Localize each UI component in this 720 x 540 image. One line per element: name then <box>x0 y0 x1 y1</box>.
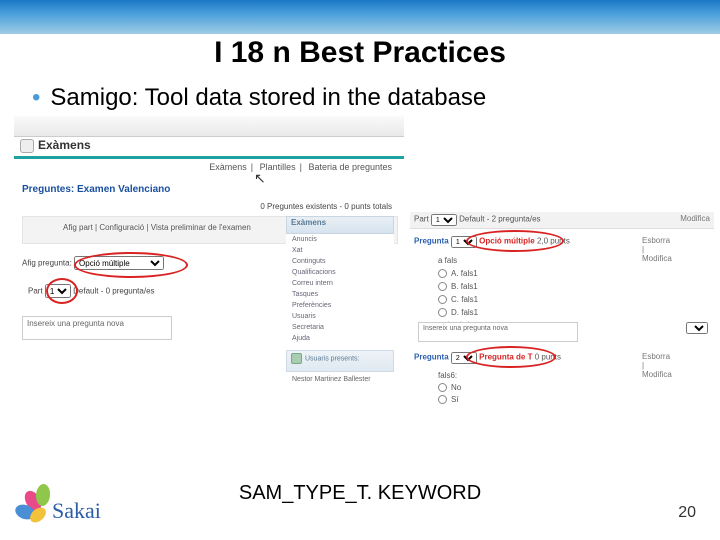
sakai-logo: Sakai <box>18 480 128 530</box>
bullet-text: Samigo: Tool data stored in the database <box>50 84 486 111</box>
menu-item[interactable]: Ajuda <box>286 333 394 344</box>
users-icon <box>291 353 302 364</box>
middle-menu-column: Exàmens Anuncis Xat Continguts Qualifica… <box>286 216 394 426</box>
question-label: Pregunta <box>414 353 449 362</box>
users-present-bar: Usuaris presents: <box>286 350 394 372</box>
menu-item[interactable]: Tasques <box>286 289 394 300</box>
part-header-bar: Part 1 Default - 2 pregunta/es Modifica <box>410 212 714 229</box>
question-2-body: fals6: No Sí <box>438 370 461 406</box>
question-2-actions[interactable]: Esborra | Modifica <box>642 352 672 379</box>
radio-icon <box>438 383 447 392</box>
tab-question-bank[interactable]: Bateria de preguntes <box>308 162 392 172</box>
present-user-name: Nestor Martinez Ballester <box>286 372 394 387</box>
answers-header: a fals <box>438 255 517 267</box>
radio-icon <box>438 295 447 304</box>
part-header: Part 1 Default - 2 pregunta/es <box>414 214 541 226</box>
menu-item[interactable]: Anuncis <box>286 234 394 245</box>
slide-title: I 18 n Best Practices <box>0 36 720 70</box>
tab-templates[interactable]: Plantilles <box>260 162 296 172</box>
highlight-oval-2 <box>46 278 78 304</box>
slide: I 18 n Best Practices • Samigo: Tool data… <box>0 0 720 540</box>
q2-text-label: fals6: <box>438 370 461 382</box>
answer-option[interactable]: C. fals1 <box>438 294 517 306</box>
q2-option[interactable]: Sí <box>438 394 461 406</box>
part-select-r[interactable]: 1 <box>431 214 457 226</box>
users-present-label: Usuaris presents: <box>305 355 359 362</box>
highlight-oval-3 <box>466 230 564 252</box>
part-suffix: Default - 0 pregunta/es <box>73 287 154 296</box>
radio-icon <box>438 269 447 278</box>
logo-petal <box>35 483 51 506</box>
right-screenshot: Part 1 Default - 2 pregunta/es Modifica … <box>410 212 714 442</box>
page-title: Preguntes: Examen Valenciano <box>22 184 170 195</box>
top-gradient-bar <box>0 0 720 34</box>
answer-option[interactable]: A. fals1 <box>438 268 517 280</box>
answer-option[interactable]: B. fals1 <box>438 281 517 293</box>
radio-icon <box>438 395 447 404</box>
modify-link[interactable]: Modifica <box>680 214 710 223</box>
highlight-oval-4 <box>466 346 556 368</box>
insert-question-dropdown[interactable] <box>686 322 708 334</box>
bullet-dot: • <box>32 84 40 111</box>
menu-item[interactable]: Usuaris <box>286 311 394 322</box>
action-links[interactable]: Afig part | Configuració | Vista prelimi… <box>63 223 251 232</box>
menu-header: Exàmens <box>286 216 394 234</box>
bullet-line: • Samigo: Tool data stored in the databas… <box>32 84 700 112</box>
screenshot-area: Exàmens ↖ Exàmens| Plantilles| Bateria d… <box>14 116 704 436</box>
tool-icon <box>20 139 34 153</box>
mouse-cursor-icon: ↖ <box>254 170 266 187</box>
menu-item[interactable]: Correu intern <box>286 278 394 289</box>
question-label: Pregunta <box>414 237 449 246</box>
insert-question-box-r[interactable]: Insereix una pregunta nova <box>418 322 578 342</box>
highlight-oval-1 <box>74 252 188 278</box>
insert-question-box[interactable]: Insereix una pregunta nova <box>22 316 172 340</box>
q2-option[interactable]: No <box>438 382 461 394</box>
logo-text: Sakai <box>52 498 101 524</box>
part-label-r: Part <box>414 215 429 224</box>
browser-toolbar <box>14 116 404 137</box>
add-question-label: Afig pregunta: <box>22 259 72 268</box>
radio-icon <box>438 308 447 317</box>
tab-row: Exàmens| Plantilles| Bateria de pregunte… <box>205 162 396 172</box>
radio-icon <box>438 282 447 291</box>
menu-item[interactable]: Continguts <box>286 256 394 267</box>
questions-summary: 0 Preguntes existents - 0 punts totals <box>260 202 392 211</box>
part-suffix-r: Default - 2 pregunta/es <box>459 215 540 224</box>
menu-item[interactable]: Qualificacions <box>286 267 394 278</box>
menu-item[interactable]: Xat <box>286 245 394 256</box>
page-number: 20 <box>678 504 696 522</box>
answer-option[interactable]: D. fals1 <box>438 307 517 319</box>
tool-title-text: Exàmens <box>38 138 91 152</box>
part-label: Part <box>28 287 43 296</box>
tab-exams[interactable]: Exàmens <box>209 162 247 172</box>
menu-item[interactable]: Secretaria <box>286 322 394 333</box>
tool-header: Exàmens <box>20 138 91 153</box>
question-1-actions[interactable]: Esborra | Modifica <box>642 236 672 263</box>
menu-item[interactable]: Preferències <box>286 300 394 311</box>
teal-divider <box>14 156 404 159</box>
